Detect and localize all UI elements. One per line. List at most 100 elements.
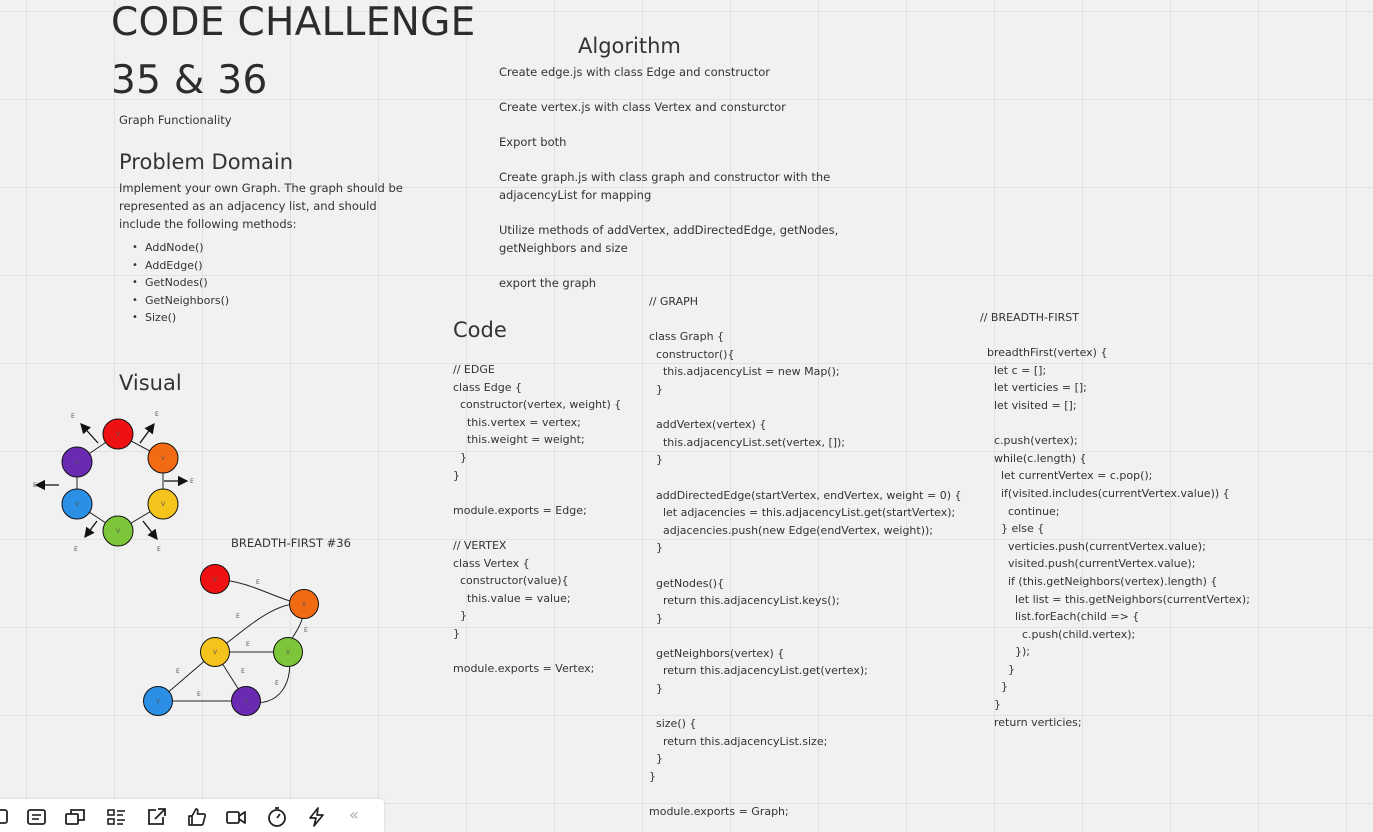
code-line: } bbox=[980, 680, 1008, 694]
svg-text:E: E bbox=[71, 413, 75, 420]
code-line: } bbox=[980, 698, 1001, 712]
code-line: let list = this.getNeighbors(currentVert… bbox=[980, 592, 1250, 606]
code-line: } bbox=[649, 752, 663, 766]
svg-text:E: E bbox=[157, 546, 161, 553]
code-line: } bbox=[649, 453, 663, 467]
svg-text:E: E bbox=[275, 680, 279, 687]
problem-description: Implement your own Graph. The graph shou… bbox=[119, 181, 403, 231]
code-line: addDirectedEdge(startVertex, endVertex, … bbox=[649, 488, 962, 502]
code-line: } bbox=[453, 450, 467, 464]
code-line: class Graph { bbox=[649, 330, 725, 344]
code-line: c.push(child.vertex); bbox=[980, 627, 1136, 641]
lightning-icon[interactable] bbox=[306, 807, 328, 827]
code-line: } bbox=[649, 541, 663, 555]
notes-icon[interactable] bbox=[26, 807, 48, 827]
svg-text:E: E bbox=[176, 668, 180, 675]
code-line: this.value = value; bbox=[453, 591, 571, 605]
code-breadth-first: // BREADTH-FIRST breadthFirst(vertex) { … bbox=[980, 309, 1250, 731]
method-item: AddNode() bbox=[119, 239, 229, 257]
algorithm-step: Create edge.js with class Edge and const… bbox=[499, 65, 771, 79]
code-line: this.adjacencyList.set(vertex, []); bbox=[649, 435, 846, 449]
code-line: adjacencies.push(new Edge(endVertex, wei… bbox=[649, 523, 933, 537]
code-line: // GRAPH bbox=[649, 295, 699, 308]
export-icon[interactable] bbox=[146, 807, 168, 827]
code-line: }); bbox=[980, 645, 1030, 659]
code-line: // EDGE bbox=[453, 363, 495, 376]
algorithm-step: Create vertex.js with class Vertex and c… bbox=[499, 100, 786, 114]
visual-heading: Visual bbox=[119, 371, 182, 395]
code-line: return verticies; bbox=[980, 715, 1082, 729]
card-icon[interactable] bbox=[64, 807, 86, 827]
code-line: getNodes(){ bbox=[649, 576, 725, 590]
code-line: while(c.length) { bbox=[980, 451, 1087, 465]
algorithm-step: Export both bbox=[499, 135, 567, 149]
code-line: constructor(vertex, weight) { bbox=[453, 398, 622, 412]
graph-visual: E E E E E E V V V V V V bbox=[33, 411, 194, 553]
algorithm-step: Create graph.js with class graph and con… bbox=[499, 170, 831, 202]
svg-text:E: E bbox=[256, 579, 260, 586]
svg-text:E: E bbox=[190, 478, 194, 485]
svg-text:E: E bbox=[155, 411, 159, 418]
code-line: c.push(vertex); bbox=[980, 434, 1078, 448]
svg-text:E: E bbox=[304, 627, 308, 634]
svg-text:E: E bbox=[74, 546, 78, 553]
method-item: Size() bbox=[119, 309, 229, 327]
code-line: this.weight = weight; bbox=[453, 433, 585, 447]
method-item: GetNeighbors() bbox=[119, 292, 229, 310]
code-line: if (this.getNeighbors(vertex).length) { bbox=[980, 574, 1218, 588]
svg-text:E: E bbox=[33, 482, 37, 489]
code-line: verticies.push(currentVertex.value); bbox=[980, 539, 1206, 553]
code-line: return this.adjacencyList.size; bbox=[649, 734, 828, 748]
frame-icon[interactable] bbox=[0, 807, 14, 827]
code-line: module.exports = Edge; bbox=[453, 503, 587, 517]
video-icon[interactable] bbox=[225, 807, 247, 827]
code-line: module.exports = Vertex; bbox=[453, 662, 595, 676]
page-title: CODE CHALLENGE 35 & 36 bbox=[111, 0, 476, 110]
code-line: } bbox=[453, 468, 460, 482]
collapse-icon[interactable]: « bbox=[349, 805, 359, 824]
code-line: class Vertex { bbox=[453, 556, 530, 570]
algorithm-heading: Algorithm bbox=[578, 34, 681, 58]
code-line: let verticies = []; bbox=[980, 381, 1087, 395]
code-line: class Edge { bbox=[453, 380, 522, 394]
code-heading: Code bbox=[453, 318, 507, 342]
code-line: continue; bbox=[980, 504, 1060, 518]
algorithm-steps: Create edge.js with class Edge and const… bbox=[499, 63, 849, 309]
code-line: addVertex(vertex) { bbox=[649, 418, 767, 432]
methods-list: AddNode()AddEdge()GetNodes()GetNeighbors… bbox=[119, 239, 229, 327]
code-line: size() { bbox=[649, 717, 697, 731]
bottom-toolbar: « bbox=[0, 799, 384, 832]
code-line: let adjacencies = this.adjacencyList.get… bbox=[649, 506, 956, 520]
code-line: } bbox=[980, 662, 1015, 676]
code-line: this.adjacencyList = new Map(); bbox=[649, 365, 840, 379]
code-line: let visited = []; bbox=[980, 398, 1077, 412]
title-line-2: 35 & 36 bbox=[111, 58, 268, 103]
algorithm-step: export the graph bbox=[499, 276, 597, 290]
timer-icon[interactable] bbox=[266, 807, 288, 827]
graph-nodes bbox=[61, 418, 179, 547]
code-line: this.vertex = vertex; bbox=[453, 415, 581, 429]
code-line: } else { bbox=[980, 522, 1045, 536]
code-line: } bbox=[453, 626, 460, 640]
thumbs-up-icon[interactable] bbox=[186, 807, 208, 827]
list-icon[interactable] bbox=[106, 807, 128, 827]
code-line: let currentVertex = c.pop(); bbox=[980, 469, 1153, 483]
code-line: getNeighbors(vertex) { bbox=[649, 646, 785, 660]
code-graph: // GRAPH class Graph { constructor(){ thi… bbox=[649, 293, 962, 821]
code-line: // VERTEX bbox=[453, 538, 507, 552]
breadth-first-label: BREADTH-FIRST #36 bbox=[231, 536, 351, 550]
title-line-1: CODE CHALLENGE bbox=[111, 0, 476, 45]
subtitle: Graph Functionality bbox=[119, 113, 232, 127]
code-line: // BREADTH-FIRST bbox=[980, 311, 1079, 324]
method-item: GetNodes() bbox=[119, 274, 229, 292]
